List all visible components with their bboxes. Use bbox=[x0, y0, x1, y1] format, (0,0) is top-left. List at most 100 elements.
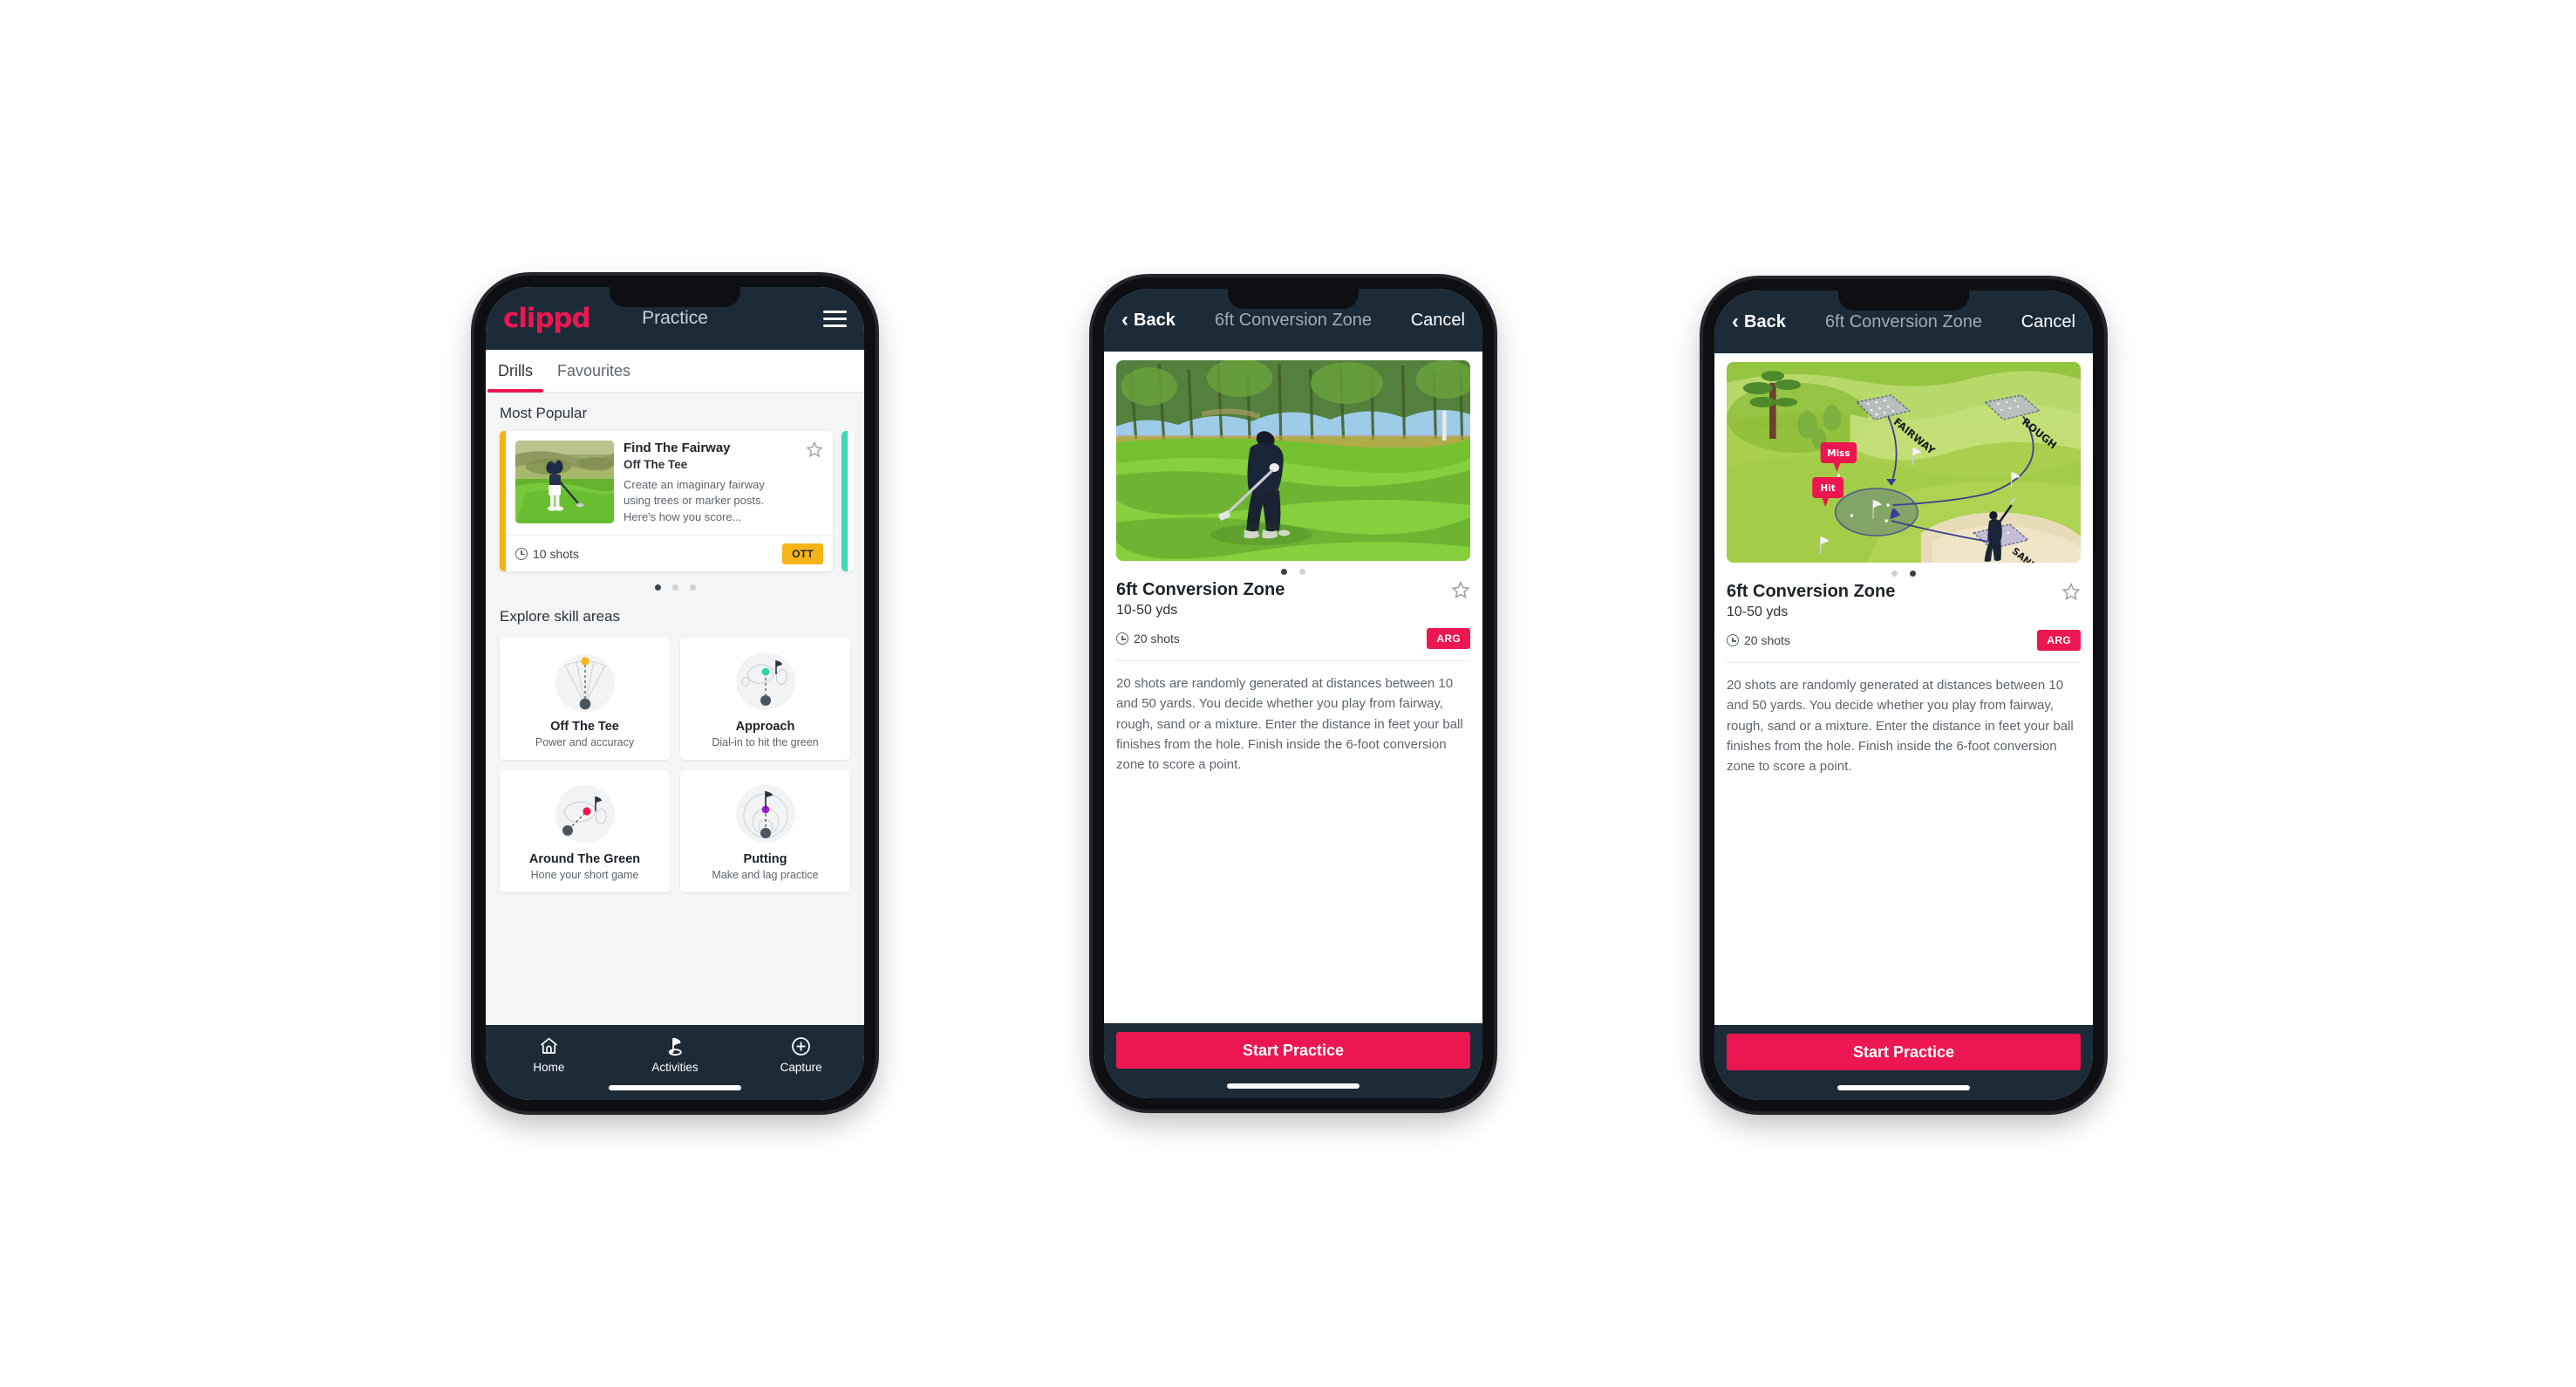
drill-card-next-peek[interactable] bbox=[842, 431, 854, 572]
media-dot[interactable] bbox=[1891, 571, 1898, 577]
skill-card-around-the-green[interactable]: Around The Green Hone your short game bbox=[500, 770, 670, 893]
phone-practice-list: clippd Practice Drills Favourites Most P… bbox=[474, 276, 876, 1111]
most-popular-heading: Most Popular bbox=[500, 405, 588, 421]
drill-thumbnail bbox=[515, 441, 614, 523]
clock-icon bbox=[1116, 632, 1128, 645]
skill-desc: Make and lag practice bbox=[712, 869, 819, 882]
svg-text:Miss: Miss bbox=[1827, 448, 1850, 459]
home-indicator bbox=[1227, 1083, 1360, 1089]
drill-detail-shots-label: 20 shots bbox=[1134, 632, 1180, 646]
drill-detail-badge: ARG bbox=[2037, 630, 2081, 651]
detail-meta-row: 20 shots ARG bbox=[1727, 630, 2081, 651]
media-dot[interactable] bbox=[1281, 569, 1287, 575]
drill-detail-yards: 10-50 yds bbox=[1727, 605, 1789, 619]
drill-detail-shots: 20 shots bbox=[1727, 633, 1790, 647]
drill-shots-label: 10 shots bbox=[533, 546, 579, 561]
drill-detail-title: 6ft Conversion Zone bbox=[1727, 582, 1896, 601]
skill-card-approach[interactable]: Approach Dial-in to hit the green bbox=[680, 638, 850, 761]
star-outline-icon[interactable] bbox=[806, 441, 823, 525]
skill-name: Off The Tee bbox=[550, 720, 619, 734]
tabbar-item-capture[interactable]: Capture bbox=[738, 1035, 864, 1074]
start-practice-button[interactable]: Start Practice bbox=[1116, 1032, 1470, 1069]
svg-text:Hit: Hit bbox=[1821, 482, 1836, 494]
drill-description: Create an imaginary fairway using trees … bbox=[624, 478, 765, 523]
home-indicator bbox=[609, 1085, 741, 1090]
drill-carousel[interactable]: Find The Fairway Off The Tee Create an i… bbox=[500, 431, 854, 572]
drill-detail-shots: 20 shots bbox=[1116, 632, 1180, 646]
device-notch bbox=[610, 287, 740, 307]
drill-detail-yards: 10-50 yds bbox=[1116, 603, 1178, 618]
skill-name: Around The Green bbox=[528, 852, 641, 867]
drill-detail-badge: ARG bbox=[1427, 628, 1470, 649]
phone-drill-detail-illustration: ‹ Back 6ft Conversion Zone Cancel FAIRWA… bbox=[1703, 279, 2104, 1111]
back-button[interactable]: ‹ Back bbox=[1121, 310, 1176, 331]
home-icon bbox=[538, 1035, 560, 1057]
media-dot[interactable] bbox=[1299, 569, 1305, 575]
detail-content: FAIRWAY ROUGH SAND Miss Hit 6ft Conversi… bbox=[1714, 353, 2093, 1025]
drill-detail-shots-label: 20 shots bbox=[1744, 633, 1790, 647]
tabbar-label: Activities bbox=[651, 1061, 699, 1074]
detail-title-row: 6ft Conversion Zone 10-50 yds bbox=[1116, 577, 1470, 618]
drill-subtitle: Off The Tee bbox=[624, 458, 688, 471]
putting-rings-icon bbox=[687, 781, 843, 849]
carousel-dot[interactable] bbox=[689, 584, 696, 591]
skill-desc: Dial-in to hit the green bbox=[712, 736, 819, 749]
phone-drill-detail-video: ‹ Back 6ft Conversion Zone Cancel 6ft Co… bbox=[1093, 277, 1494, 1110]
tab-bar: Drills Favourites bbox=[486, 350, 864, 393]
media-carousel-dots[interactable] bbox=[1727, 563, 2081, 578]
drill-illustration[interactable]: FAIRWAY ROUGH SAND Miss Hit bbox=[1727, 362, 2081, 563]
back-button[interactable]: ‹ Back bbox=[1732, 311, 1786, 332]
start-practice-button[interactable]: Start Practice bbox=[1727, 1034, 2081, 1070]
detail-title-row: 6ft Conversion Zone 10-50 yds bbox=[1727, 578, 2081, 620]
detail-content: 6ft Conversion Zone 10-50 yds 20 shots A… bbox=[1104, 352, 1482, 1023]
cta-footer: Start Practice bbox=[1104, 1023, 1482, 1098]
detail-meta-row: 20 shots ARG bbox=[1116, 628, 1470, 649]
drill-video-thumbnail[interactable] bbox=[1116, 360, 1470, 561]
drill-detail-title: 6ft Conversion Zone bbox=[1116, 580, 1285, 599]
practice-content: Most Popular Find The Fairway Off The Te… bbox=[486, 393, 864, 1025]
drill-detail-description: 20 shots are randomly generated at dista… bbox=[1727, 678, 2074, 774]
clippd-logo[interactable]: clippd bbox=[503, 304, 591, 332]
screenshot-canvas: clippd Practice Drills Favourites Most P… bbox=[0, 0, 2576, 1387]
tabbar-item-home[interactable]: Home bbox=[486, 1035, 612, 1074]
skill-card-putting[interactable]: Putting Make and lag practice bbox=[680, 770, 850, 893]
device-notch bbox=[1228, 289, 1359, 309]
explore-heading: Explore skill areas bbox=[500, 608, 620, 625]
clock-icon bbox=[515, 547, 528, 560]
media-carousel-dots[interactable] bbox=[1116, 561, 1470, 577]
star-outline-icon[interactable] bbox=[1451, 580, 1470, 603]
tabbar-label: Home bbox=[533, 1061, 565, 1074]
drill-card[interactable]: Find The Fairway Off The Tee Create an i… bbox=[500, 431, 833, 572]
drill-badge: OTT bbox=[782, 543, 823, 564]
back-label: Back bbox=[1134, 310, 1176, 330]
skill-area-grid: Off The Tee Power and accuracy Approach … bbox=[500, 638, 850, 893]
chip-to-green-icon bbox=[507, 781, 663, 849]
chevron-left-icon: ‹ bbox=[1732, 310, 1739, 333]
green-approach-icon bbox=[687, 648, 843, 716]
skill-desc: Hone your short game bbox=[530, 869, 639, 882]
carousel-dots[interactable] bbox=[500, 571, 850, 596]
hamburger-icon[interactable] bbox=[823, 310, 847, 327]
clock-icon bbox=[1727, 634, 1739, 646]
tabbar-item-activities[interactable]: Activities bbox=[612, 1035, 739, 1074]
carousel-dot[interactable] bbox=[654, 584, 661, 591]
media-dot[interactable] bbox=[1910, 571, 1916, 577]
drill-title: Find The Fairway bbox=[624, 441, 731, 455]
back-label: Back bbox=[1744, 311, 1786, 331]
cancel-button[interactable]: Cancel bbox=[2021, 312, 2075, 332]
star-outline-icon[interactable] bbox=[2061, 582, 2081, 605]
carousel-dot[interactable] bbox=[671, 584, 678, 591]
drill-shots: 10 shots bbox=[515, 547, 579, 561]
golf-flag-icon bbox=[664, 1035, 686, 1057]
tab-favourites[interactable]: Favourites bbox=[545, 350, 643, 392]
bottom-tab-bar: Home Activities Capture bbox=[486, 1025, 864, 1100]
tab-drills[interactable]: Drills bbox=[486, 350, 545, 393]
cta-footer: Start Practice bbox=[1714, 1025, 2093, 1100]
skill-name: Putting bbox=[743, 852, 787, 867]
tabbar-label: Capture bbox=[780, 1061, 822, 1074]
skill-name: Approach bbox=[735, 720, 795, 734]
skill-card-off-the-tee[interactable]: Off The Tee Power and accuracy bbox=[500, 638, 670, 761]
drill-detail-description: 20 shots are randomly generated at dista… bbox=[1116, 676, 1463, 772]
cancel-button[interactable]: Cancel bbox=[1411, 311, 1465, 331]
chevron-left-icon: ‹ bbox=[1121, 308, 1128, 331]
